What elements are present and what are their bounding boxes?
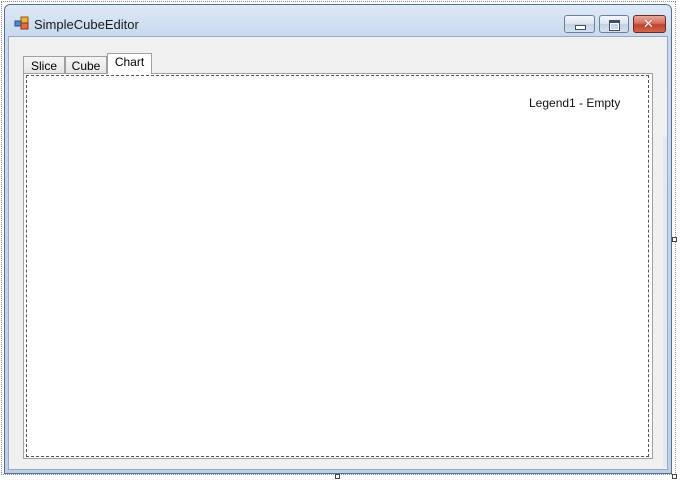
tab-slice[interactable]: Slice [23,56,65,74]
app-cubes-icon [14,16,29,30]
close-button[interactable]: ✕ [633,15,666,33]
minimize-button[interactable] [564,15,595,33]
title-bar[interactable]: SimpleCubeEditor ✕ [5,5,671,35]
maximize-button[interactable] [599,15,629,33]
maximize-icon [609,20,620,31]
tab-chart[interactable]: Chart [107,53,152,74]
window-title: SimpleCubeEditor [34,17,139,32]
tab-page-chart: Legend1 - Empty [23,73,653,459]
chart-legend: Legend1 - Empty [529,96,621,110]
resize-handle-bottom[interactable] [335,474,340,479]
form-window: SimpleCubeEditor ✕ Slice Cube Chart Lege… [4,4,672,474]
client-edge-shade [663,137,667,467]
form-client-area: Slice Cube Chart Legend1 - Empty [8,36,668,470]
close-icon: ✕ [643,16,654,31]
resize-handle-right[interactable] [672,237,677,242]
chart-control[interactable]: Legend1 - Empty [26,75,649,457]
minimize-icon [575,25,586,30]
tab-cube[interactable]: Cube [65,56,107,74]
resize-handle-corner[interactable] [672,474,677,479]
